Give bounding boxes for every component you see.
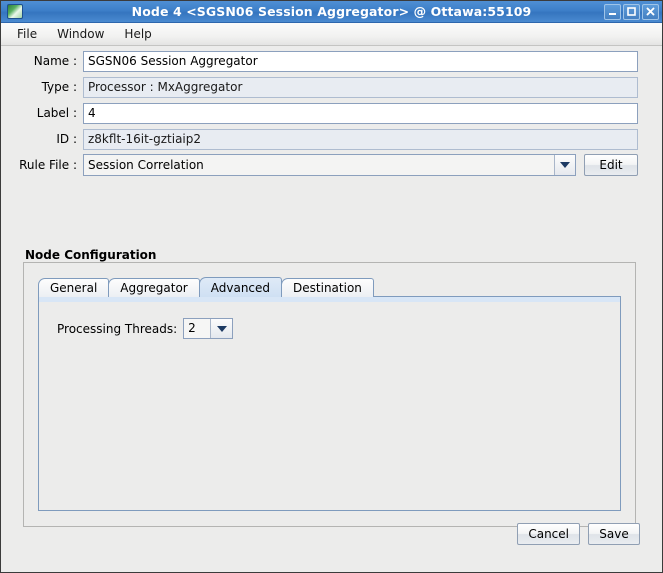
menu-item-window[interactable]: Window [49,25,112,43]
node-configuration-title: Node Configuration [23,248,161,262]
maximize-icon[interactable] [623,3,640,20]
tab-destination[interactable]: Destination [281,278,374,297]
form-row-label: Label : 4 [1,102,662,124]
processing-threads-label: Processing Threads: [57,321,178,336]
label-input[interactable]: 4 [83,102,638,124]
menu-item-file[interactable]: File [9,25,45,43]
rule-file-combobox[interactable]: Session Correlation [83,154,576,176]
node-app-icon [7,4,23,19]
processing-threads-row: Processing Threads: 2 [57,318,234,339]
tab-bar: General Aggregator Advanced Destination [38,277,374,297]
close-icon[interactable] [642,3,659,20]
rule-file-value: Session Correlation [84,155,554,175]
form-row-name: Name : SGSN06 Session Aggregator [1,50,662,72]
name-input[interactable]: SGSN06 Session Aggregator [83,50,638,72]
menu-bar: File Window Help [1,23,662,46]
title-bar: Node 4 <SGSN06 Session Aggregator> @ Ott… [1,1,662,23]
menu-item-help[interactable]: Help [116,25,159,43]
chevron-down-icon[interactable] [210,319,233,338]
edit-button[interactable]: Edit [584,154,638,176]
type-value: Processor : MxAggregator [83,76,638,98]
form-row-type: Type : Processor : MxAggregator [1,76,662,98]
id-label: ID : [56,132,77,146]
tab-panel-advanced: Processing Threads: 2 [38,296,621,511]
type-label: Type : [41,80,77,94]
name-label: Name : [33,54,77,68]
tab-general[interactable]: General [38,278,110,297]
minimize-icon[interactable] [604,3,621,20]
window-title: Node 4 <SGSN06 Session Aggregator> @ Ott… [131,4,532,19]
application-window: Node 4 <SGSN06 Session Aggregator> @ Ott… [0,0,663,573]
chevron-down-icon[interactable] [554,155,575,175]
id-value: z8kflt-16it-gztiaip2 [83,128,638,150]
form-row-rule-file: Rule File : Session Correlation Edit [1,154,662,176]
cancel-button[interactable]: Cancel [517,523,580,545]
window-controls [604,3,659,20]
form-row-id: ID : z8kflt-16it-gztiaip2 [1,128,662,150]
node-properties-form: Name : SGSN06 Session Aggregator Type : … [1,50,662,180]
label-label: Label : [36,106,77,120]
save-button[interactable]: Save [588,523,640,545]
dialog-buttons: Cancel Save [509,523,640,545]
processing-threads-value: 2 [184,319,211,338]
rule-file-label: Rule File : [19,158,77,172]
processing-threads-combobox[interactable]: 2 [183,318,234,339]
tab-advanced[interactable]: Advanced [198,277,283,297]
content-area: Name : SGSN06 Session Aggregator Type : … [1,46,662,572]
tab-aggregator[interactable]: Aggregator [108,278,200,297]
